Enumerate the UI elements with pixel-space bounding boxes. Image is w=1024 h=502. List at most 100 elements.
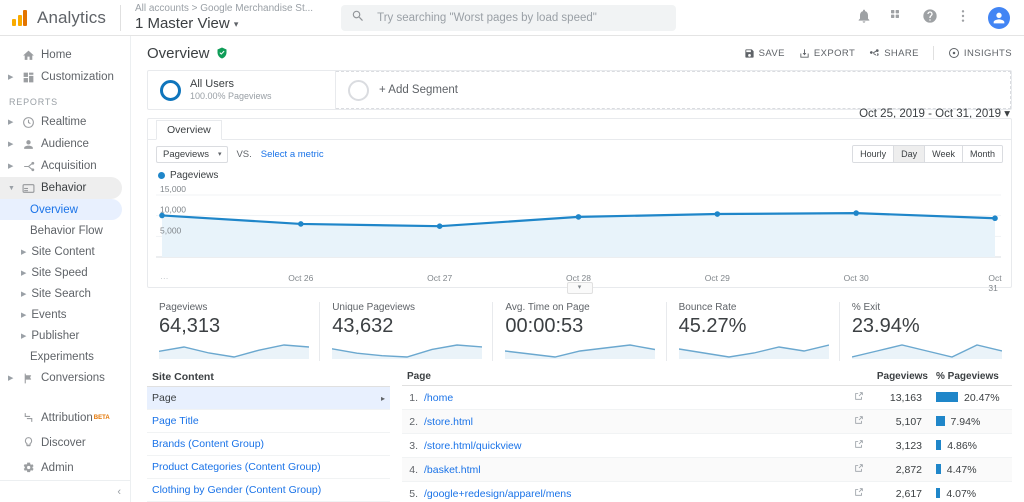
sidebar-item-site-search[interactable]: ▶ Site Search (0, 283, 130, 304)
table-body: 1./home 13,163 20.47% 2./store.html 5,107 7.9… (402, 385, 1012, 502)
search-box[interactable] (341, 4, 677, 31)
account-avatar[interactable] (988, 6, 1010, 29)
open-in-new-icon[interactable] (848, 457, 870, 482)
granularity-week[interactable]: Week (925, 146, 963, 162)
sidebar-item-label: Behavior (41, 182, 87, 194)
sidebar-subitem-label: Publisher (31, 329, 80, 342)
column-pageviews[interactable]: Pageviews (870, 367, 928, 386)
row-rank: 1. (402, 385, 418, 410)
table-row[interactable]: 1./home 13,163 20.47% (402, 385, 1012, 410)
dimension-list-item[interactable]: Product Categories (Content Group) (147, 456, 390, 479)
metric-cards: Pageviews 64,313 Unique Pageviews 43,632… (147, 302, 1012, 361)
sidebar-item-admin[interactable]: Admin (0, 455, 131, 480)
chart-card: Overview Pageviews ▾ VS. Select a metric… (147, 118, 1012, 294)
row-pct-pageviews: 20.47% (928, 385, 1012, 410)
select-a-metric-link[interactable]: Select a metric (261, 149, 324, 160)
search-icon (351, 9, 365, 26)
svg-text:15,000: 15,000 (160, 184, 186, 194)
table-row[interactable]: 4./basket.html 2,872 4.47% (402, 457, 1012, 482)
row-page-link[interactable]: /basket.html (418, 457, 848, 482)
sidebar-subitem-label: Experiments (30, 350, 94, 363)
sidebar-item-site-speed[interactable]: ▶ Site Speed (0, 262, 130, 283)
behavior-icon (18, 182, 38, 195)
insights-button[interactable]: INSIGHTS (948, 47, 1012, 59)
dimension-item-label: Page (152, 392, 177, 404)
metric-label: Bounce Rate (678, 302, 737, 313)
metric-card-avg-time-on-page[interactable]: Avg. Time on Page 00:00:53 (492, 302, 665, 361)
add-segment-ring-icon (348, 79, 369, 101)
sidebar-item-audience[interactable]: ▶ Audience (0, 133, 130, 155)
sidebar-item-overview[interactable]: Overview (0, 199, 122, 220)
view-name[interactable]: 1 Master View ▾ (135, 15, 313, 32)
sidebar-item-behavior-flow[interactable]: Behavior Flow (0, 220, 130, 241)
chart-collapse-handle[interactable]: ▾ (566, 282, 593, 294)
sidebar-item-acquisition[interactable]: ▶ Acquisition (0, 155, 130, 177)
row-page-link[interactable]: /home (418, 385, 848, 410)
segment-title: All Users (190, 77, 235, 90)
verified-badge-icon (216, 47, 228, 59)
open-in-new-icon[interactable] (848, 409, 870, 434)
sidebar-item-site-content[interactable]: ▶ Site Content (0, 241, 130, 262)
expander-arrow-icon: ▶ (21, 269, 27, 277)
row-page-link[interactable]: /store.html/quickview (418, 433, 848, 458)
share-button[interactable]: SHARE (869, 48, 919, 59)
account-selector[interactable]: All accounts > Google Merchandise St... … (135, 3, 313, 33)
open-in-new-icon[interactable] (848, 385, 870, 410)
export-button[interactable]: EXPORT (799, 48, 855, 59)
add-segment-button[interactable]: + Add Segment (336, 71, 1011, 109)
bell-icon[interactable] (856, 8, 872, 27)
more-vert-icon[interactable] (955, 8, 971, 27)
sparkline-3 (678, 339, 829, 361)
dimension-list-item[interactable]: Brands (Content Group) (147, 433, 390, 456)
sidebar-item-home[interactable]: Home (0, 44, 130, 66)
sidebar-item-events[interactable]: ▶ Events (0, 304, 130, 325)
legend-label: Pageviews (170, 170, 219, 181)
metric-card-pageviews[interactable]: Pageviews 64,313 (147, 302, 319, 361)
open-in-new-icon[interactable] (848, 433, 870, 458)
table-row[interactable]: 5./google+redesign/apparel/mens 2,617 4.07… (402, 481, 1012, 502)
sidebar-collapse-button[interactable]: ‹ (0, 480, 131, 502)
sidebar-item-discover[interactable]: Discover (0, 430, 131, 455)
sidebar-item-realtime[interactable]: ▶ Realtime (0, 111, 130, 133)
sidebar-item-attribution[interactable]: Attribution BETA (0, 405, 131, 430)
sidebar-item-conversions[interactable]: ▶ Conversions (0, 367, 130, 389)
open-in-new-icon[interactable] (848, 481, 870, 502)
column-page[interactable]: Page (402, 367, 870, 386)
granularity-month[interactable]: Month (962, 146, 1002, 162)
table-row[interactable]: 3./store.html/quickview 3,123 4.86% (402, 433, 1012, 458)
column-pct-pageviews[interactable]: % Pageviews (928, 367, 1012, 386)
vs-label: VS. (236, 148, 252, 160)
sidebar-item-experiments[interactable]: Experiments (0, 346, 130, 367)
search-input[interactable] (377, 11, 667, 24)
tab-overview[interactable]: Overview (156, 120, 222, 140)
x-tick-label: Oct 30 (843, 273, 869, 283)
apps-grid-icon[interactable] (889, 8, 905, 27)
granularity-hourly[interactable]: Hourly (853, 146, 895, 162)
table-row[interactable]: 2./store.html 5,107 7.94% (402, 409, 1012, 434)
insights-icon (948, 48, 959, 58)
home-icon (18, 49, 38, 62)
segment-subtitle: 100.00% Pageviews (190, 91, 272, 102)
expander-arrow-icon: ▶ (21, 290, 27, 298)
sidebar-item-publisher[interactable]: ▶ Publisher (0, 325, 130, 346)
row-rank: 5. (402, 481, 418, 502)
chart-legend: Pageviews (148, 168, 1011, 181)
metric-card-unique-pageviews[interactable]: Unique Pageviews 43,632 (319, 302, 492, 361)
metric-card-bounce-rate[interactable]: Bounce Rate 45.27% (665, 302, 839, 361)
granularity-day[interactable]: Day (894, 146, 926, 162)
dimension-list-item[interactable]: Clothing by Gender (Content Group) (147, 479, 390, 502)
dimension-list-item[interactable]: Page Title (147, 410, 390, 433)
brand-title: Analytics (37, 7, 106, 27)
pageviews-line-chart[interactable]: 5,000 10,000 15,000 (156, 183, 1003, 271)
sidebar-item-customization[interactable]: ▶ Customization (0, 66, 130, 88)
row-page-link[interactable]: /store.html (418, 409, 848, 434)
dimension-list-item[interactable]: Page ▸ (147, 387, 390, 410)
segment-all-users[interactable]: All Users 100.00% Pageviews (148, 71, 336, 109)
help-icon[interactable] (922, 8, 938, 27)
sidebar-item-behavior[interactable]: ▼ Behavior (0, 177, 122, 199)
row-page-link[interactable]: /google+redesign/apparel/mens (418, 481, 848, 502)
save-button[interactable]: SAVE (744, 48, 785, 59)
metric-value: 45.27% (678, 315, 747, 337)
metric-card-percent-exit[interactable]: % Exit 23.94% (838, 302, 1012, 361)
metric-select[interactable]: Pageviews ▾ (156, 145, 229, 163)
